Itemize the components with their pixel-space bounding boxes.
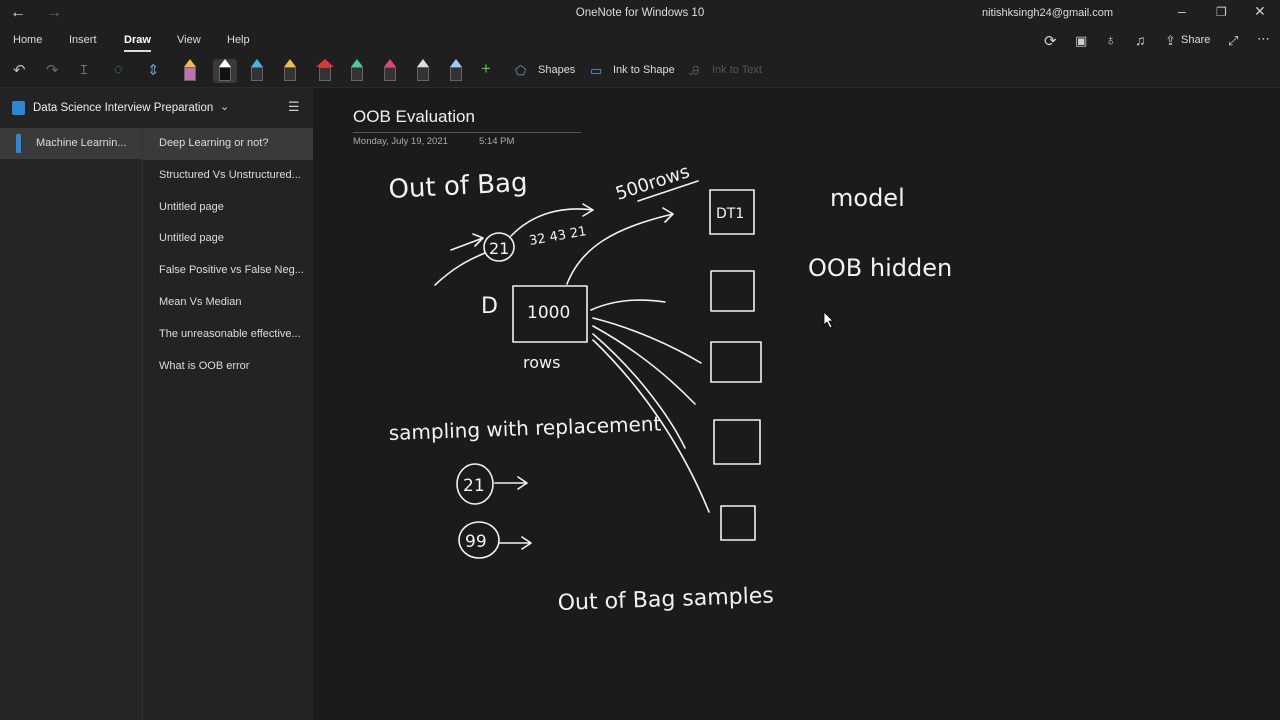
page-canvas[interactable]: OOB Evaluation Monday, July 19, 2021 5:1… bbox=[313, 88, 1280, 720]
ink-box-dt4 bbox=[713, 419, 761, 465]
tab-draw[interactable]: Draw bbox=[124, 34, 151, 52]
select-text-icon[interactable]: ⌶ bbox=[80, 62, 88, 78]
shapes-icon[interactable]: ⬠ bbox=[515, 63, 526, 79]
ink-sampling: sampling with replacement bbox=[388, 411, 662, 445]
ink-1000-label: 1000 bbox=[527, 303, 570, 323]
tab-home[interactable]: Home bbox=[13, 34, 42, 46]
ink-stroke bbox=[434, 252, 486, 286]
ink-box-dt3 bbox=[710, 341, 762, 383]
restore-icon[interactable]: ❐ bbox=[1216, 5, 1227, 19]
pages-pane: Deep Learning or not? Structured Vs Unst… bbox=[143, 128, 313, 720]
ink-numbers: 32 43 21 bbox=[528, 224, 588, 249]
section-color-tab bbox=[16, 134, 21, 153]
ink-circle-21b-label: 21 bbox=[463, 476, 485, 496]
pen-yellow-icon[interactable] bbox=[283, 59, 297, 83]
ink-to-text-icon[interactable]: Ꭿ bbox=[690, 63, 699, 79]
ink-to-text-button[interactable]: Ink to Text bbox=[712, 64, 762, 76]
lasso-select-icon[interactable]: ◌ bbox=[114, 61, 123, 78]
sync-icon[interactable]: ⟳ bbox=[1044, 32, 1057, 50]
ink-drawing[interactable]: Out of Bag 500rows DT1 model OOB hidden … bbox=[313, 88, 1280, 720]
account-email[interactable]: nitishksingh24@gmail.com bbox=[982, 7, 1113, 19]
ink-500-rows: 500rows bbox=[613, 161, 692, 205]
ink-to-shape-icon[interactable]: ▭ bbox=[590, 63, 602, 79]
shapes-button[interactable]: Shapes bbox=[538, 64, 575, 76]
page-item[interactable]: The unreasonable effective... bbox=[143, 319, 313, 351]
page-item[interactable]: Mean Vs Median bbox=[143, 287, 313, 319]
section-machine-learning[interactable]: Machine Learnin... bbox=[0, 128, 142, 159]
share-button[interactable]: Share bbox=[1181, 34, 1210, 46]
lightbulb-icon[interactable]: ♁ bbox=[1105, 32, 1116, 49]
bell-icon[interactable]: ♫ bbox=[1135, 32, 1146, 48]
ink-oob-hidden: OOB hidden bbox=[808, 254, 952, 282]
tab-view[interactable]: View bbox=[177, 34, 201, 46]
more-options-icon[interactable]: ⋯ bbox=[1257, 31, 1270, 47]
share-icon[interactable]: ⇪ bbox=[1165, 33, 1176, 49]
ink-circle-21-label: 21 bbox=[489, 239, 509, 258]
pen-magenta-icon[interactable] bbox=[383, 59, 397, 83]
ink-d-label: D bbox=[481, 294, 498, 319]
chevron-down-icon[interactable]: ⌄ bbox=[220, 100, 229, 113]
ink-out-of-bag: Out of Bag bbox=[388, 168, 528, 205]
pen-blue-icon[interactable] bbox=[250, 59, 264, 83]
pen-silver-icon[interactable] bbox=[416, 59, 430, 83]
pen-lightblue-icon[interactable] bbox=[449, 59, 463, 83]
pen-green-icon[interactable] bbox=[350, 59, 364, 83]
notebook-icon bbox=[12, 101, 25, 115]
cursor-icon bbox=[823, 311, 834, 329]
redo-icon[interactable]: ↷ bbox=[46, 61, 59, 79]
notebook-header[interactable]: Data Science Interview Preparation ⌄ ☰ bbox=[0, 88, 313, 128]
pen-pink-icon[interactable] bbox=[183, 59, 197, 83]
ink-curve bbox=[590, 299, 666, 311]
ink-box-dt5 bbox=[720, 505, 756, 541]
page-item[interactable]: What is OOB error bbox=[143, 351, 313, 383]
insert-space-icon[interactable]: ⇕ bbox=[147, 61, 160, 79]
sections-pane: Machine Learnin... bbox=[0, 128, 143, 720]
ink-arrow bbox=[566, 207, 674, 285]
page-item[interactable]: False Positive vs False Neg... bbox=[143, 255, 313, 287]
draw-toolbar: ↶ ↷ ⌶ ◌ ⇕ + ⬠ Shapes ▭ Ink to Shape Ꭿ In… bbox=[0, 54, 1280, 88]
ink-arrow bbox=[499, 536, 532, 550]
add-pen-icon[interactable]: + bbox=[481, 59, 491, 79]
title-bar: ← → OneNote for Windows 10 nitishksingh2… bbox=[0, 0, 1280, 28]
ink-rows: rows bbox=[523, 353, 560, 372]
ink-arrow bbox=[450, 233, 484, 251]
tab-insert[interactable]: Insert bbox=[69, 34, 97, 46]
ribbon-tabs: Home Insert Draw View Help ⟳ ▣ ♁ ♫ ⇪ Sha… bbox=[0, 28, 1280, 54]
page-item[interactable]: Deep Learning or not? bbox=[143, 128, 313, 160]
close-icon[interactable]: ✕ bbox=[1254, 3, 1266, 20]
page-item[interactable]: Untitled page bbox=[143, 192, 313, 224]
ink-box-dt2 bbox=[710, 270, 755, 312]
expand-icon[interactable]: ⤢ bbox=[1228, 33, 1238, 49]
page-item[interactable]: Structured Vs Unstructured... bbox=[143, 160, 313, 192]
ink-arrow bbox=[494, 476, 528, 490]
pen-white-selected-icon[interactable] bbox=[213, 59, 237, 83]
minimize-icon[interactable]: – bbox=[1178, 3, 1186, 19]
ink-circle-99-label: 99 bbox=[465, 532, 487, 552]
ink-oob-samples: Out of Bag samples bbox=[557, 583, 774, 616]
ink-curve bbox=[592, 325, 696, 405]
undo-icon[interactable]: ↶ bbox=[13, 61, 26, 79]
page-item[interactable]: Untitled page bbox=[143, 223, 313, 255]
ink-model: model bbox=[830, 184, 905, 212]
section-label: Machine Learnin... bbox=[36, 137, 127, 149]
highlighter-red-icon[interactable] bbox=[316, 59, 334, 83]
tab-help[interactable]: Help bbox=[227, 34, 250, 46]
sort-icon[interactable]: ☰ bbox=[288, 99, 300, 115]
notebook-title[interactable]: Data Science Interview Preparation bbox=[33, 102, 213, 114]
ink-dt1-label: DT1 bbox=[716, 206, 744, 222]
ink-to-shape-button[interactable]: Ink to Shape bbox=[613, 64, 675, 76]
notebook-icon[interactable]: ▣ bbox=[1075, 33, 1087, 49]
